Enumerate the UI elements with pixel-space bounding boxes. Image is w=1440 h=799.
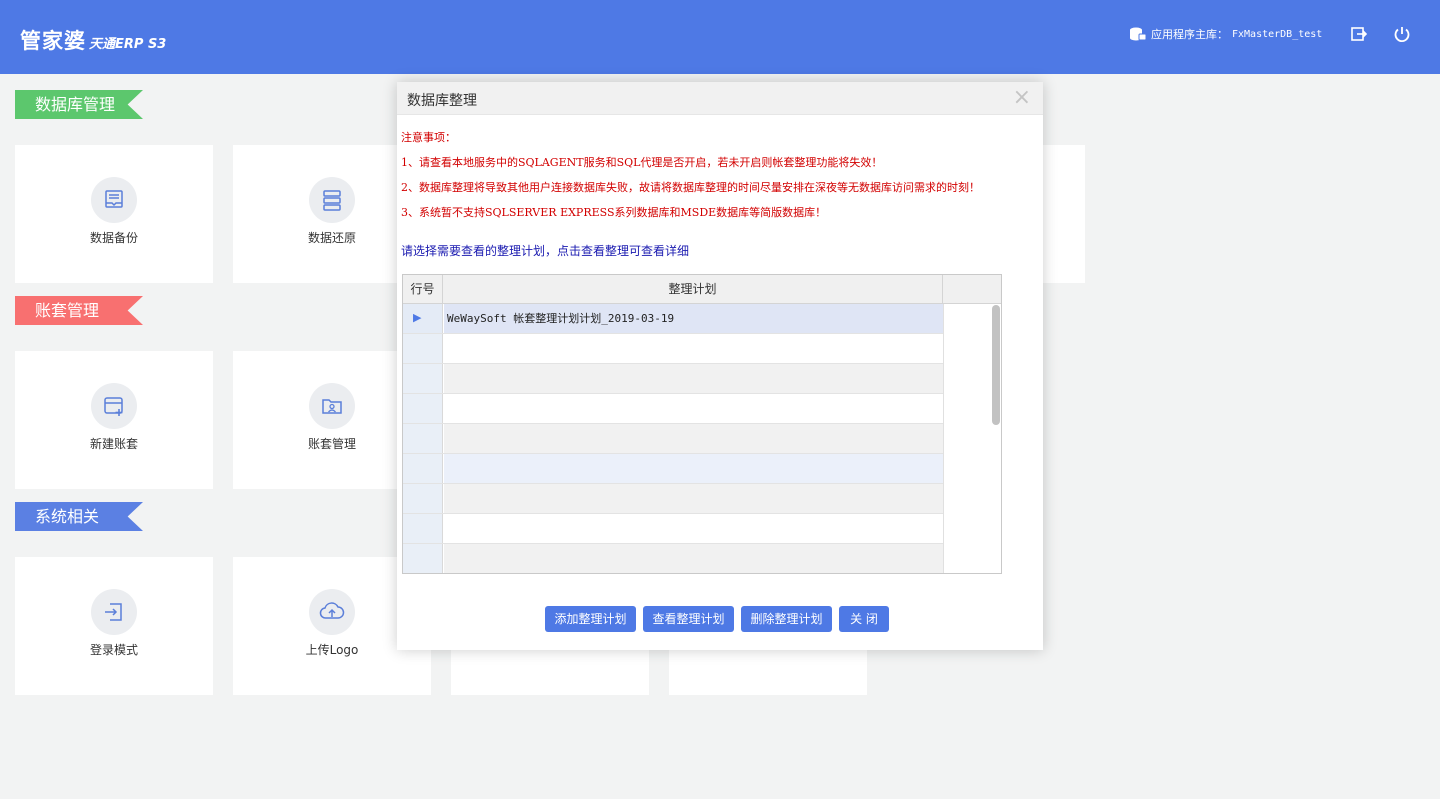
- column-header-plan: 整理计划: [443, 275, 943, 304]
- logo-main-text: 管家婆: [20, 28, 86, 53]
- table-row[interactable]: [403, 454, 943, 484]
- tile-new-account[interactable]: 新建账套: [15, 351, 213, 489]
- exit-icon[interactable]: [1350, 25, 1368, 43]
- add-plan-button[interactable]: 添加整理计划: [545, 606, 636, 632]
- row-indicator: [403, 364, 443, 393]
- row-indicator: [403, 514, 443, 543]
- database-icon: [1130, 27, 1147, 41]
- login-icon: [91, 589, 137, 635]
- tile-data-backup[interactable]: 数据备份: [15, 145, 213, 283]
- notice-title: 注意事项：: [401, 131, 456, 144]
- dialog-header: 数据库整理 ×: [397, 82, 1043, 115]
- cloud-upload-icon: [309, 589, 355, 635]
- user-folder-icon: [309, 383, 355, 429]
- instruction-text: 请选择需要查看的整理计划，点击查看整理可查看详细: [401, 244, 690, 258]
- row-indicator: ▶: [403, 304, 443, 333]
- notice-item-3: 3、系统暂不支持SQLSERVER EXPRESS系列数据库和MSDE数据库等简…: [401, 206, 827, 219]
- row-indicator: [403, 424, 443, 453]
- plan-cell[interactable]: [444, 394, 943, 423]
- tile-label: 数据备份: [89, 231, 138, 245]
- tile-label: 登录模式: [89, 643, 138, 657]
- table-row[interactable]: [403, 424, 943, 454]
- row-indicator: [403, 454, 443, 483]
- table-row[interactable]: ▶ WeWaySoft 帐套整理计划计划_2019-03-19: [403, 304, 943, 334]
- view-plan-button[interactable]: 查看整理计划: [643, 606, 734, 632]
- plan-cell[interactable]: [444, 454, 943, 483]
- row-indicator: [403, 394, 443, 423]
- tile-login-mode[interactable]: 登录模式: [15, 557, 213, 695]
- delete-plan-button[interactable]: 删除整理计划: [741, 606, 832, 632]
- section-system: 系统相关: [15, 502, 143, 531]
- top-bar: 管家婆 天通ERP S3 应用程序主库： FxMasterDB_test: [0, 0, 1440, 74]
- backup-icon: [91, 177, 137, 223]
- table-row[interactable]: [403, 364, 943, 394]
- section-account-management: 账套管理: [15, 296, 143, 325]
- grid-blank-area: [943, 304, 990, 573]
- db-label: 应用程序主库：: [1151, 28, 1228, 41]
- scrollbar-thumb[interactable]: [992, 305, 1000, 425]
- table-row[interactable]: [403, 514, 943, 544]
- database-info: 应用程序主库： FxMasterDB_test: [1129, 26, 1322, 42]
- table-row[interactable]: [403, 334, 943, 364]
- plan-cell[interactable]: [444, 424, 943, 453]
- table-row[interactable]: [403, 484, 943, 514]
- column-header-rownum: 行号: [403, 275, 443, 304]
- notice-item-2: 2、数据库整理将导致其他用户连接数据库失败，故请将数据库整理的时间尽量安排在深夜…: [401, 181, 980, 194]
- plan-cell[interactable]: WeWaySoft 帐套整理计划计划_2019-03-19: [444, 304, 943, 333]
- plan-cell[interactable]: [444, 544, 943, 573]
- db-value: FxMasterDB_test: [1232, 28, 1323, 40]
- table-row[interactable]: [403, 544, 943, 573]
- logo-sub-text: 天通ERP S3: [89, 37, 167, 52]
- row-indicator: [403, 544, 443, 573]
- tile-label: 新建账套: [89, 437, 138, 451]
- close-button[interactable]: 关 闭: [839, 606, 889, 632]
- app-logo: 管家婆 天通ERP S3: [20, 25, 166, 55]
- notice-item-1: 1、请查看本地服务中的SQLAGENT服务和SQL代理是否开启，若未开启则帐套整…: [401, 156, 883, 169]
- table-row[interactable]: [403, 394, 943, 424]
- plan-cell[interactable]: [444, 514, 943, 543]
- row-pointer-icon: ▶: [413, 311, 422, 324]
- plan-cell[interactable]: [444, 334, 943, 363]
- new-folder-icon: [91, 383, 137, 429]
- database-cleanup-dialog: 数据库整理 × 注意事项： 1、请查看本地服务中的SQLAGENT服务和SQL代…: [397, 82, 1043, 650]
- plan-cell[interactable]: [444, 484, 943, 513]
- section-database-management: 数据库管理: [15, 90, 143, 119]
- server-icon: [309, 177, 355, 223]
- row-indicator: [403, 334, 443, 363]
- row-indicator: [403, 484, 443, 513]
- dialog-title: 数据库整理: [407, 93, 477, 109]
- plan-grid: 行号 整理计划 ▶ WeWaySoft 帐套整理计划计划_2019-03-19: [402, 274, 1002, 574]
- plan-cell[interactable]: [444, 364, 943, 393]
- column-header-blank: [943, 275, 1001, 304]
- close-icon[interactable]: ×: [1013, 87, 1031, 109]
- power-icon[interactable]: [1393, 25, 1411, 43]
